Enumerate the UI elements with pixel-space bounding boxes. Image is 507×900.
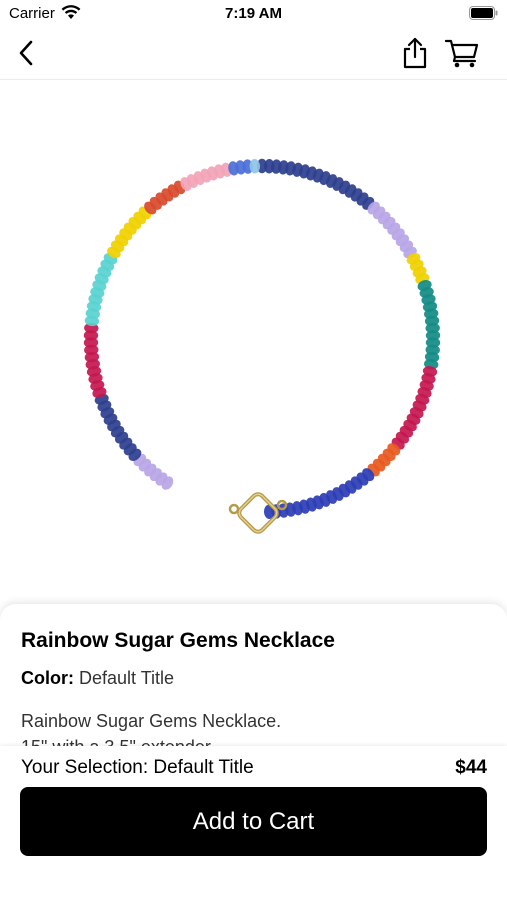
battery-icon xyxy=(469,6,498,25)
selection-label: Your Selection: Default Title xyxy=(21,757,254,778)
color-row: Color: Default Title xyxy=(21,668,174,689)
description-line-1: Rainbow Sugar Gems Necklace. xyxy=(21,711,282,731)
status-time: 7:19 AM xyxy=(225,5,282,22)
clasp-ring-left xyxy=(228,503,240,515)
color-label: Color: xyxy=(21,668,74,688)
cart-button[interactable] xyxy=(442,34,482,72)
navigation-bar xyxy=(0,28,507,80)
chevron-left-icon xyxy=(19,40,33,66)
status-bar: Carrier 7:19 AM xyxy=(0,0,507,28)
checkout-bar: Your Selection: Default Title $44 Add to… xyxy=(0,746,507,900)
back-button[interactable] xyxy=(10,36,42,70)
necklace-beads xyxy=(83,158,441,519)
cart-icon xyxy=(445,39,479,68)
share-icon xyxy=(403,37,427,69)
color-value: Default Title xyxy=(79,668,175,688)
product-title: Rainbow Sugar Gems Necklace xyxy=(21,629,335,652)
price-label: $44 xyxy=(455,757,487,778)
product-image xyxy=(0,81,507,611)
share-button[interactable] xyxy=(398,34,432,72)
add-to-cart-button[interactable]: Add to Cart xyxy=(20,787,487,856)
